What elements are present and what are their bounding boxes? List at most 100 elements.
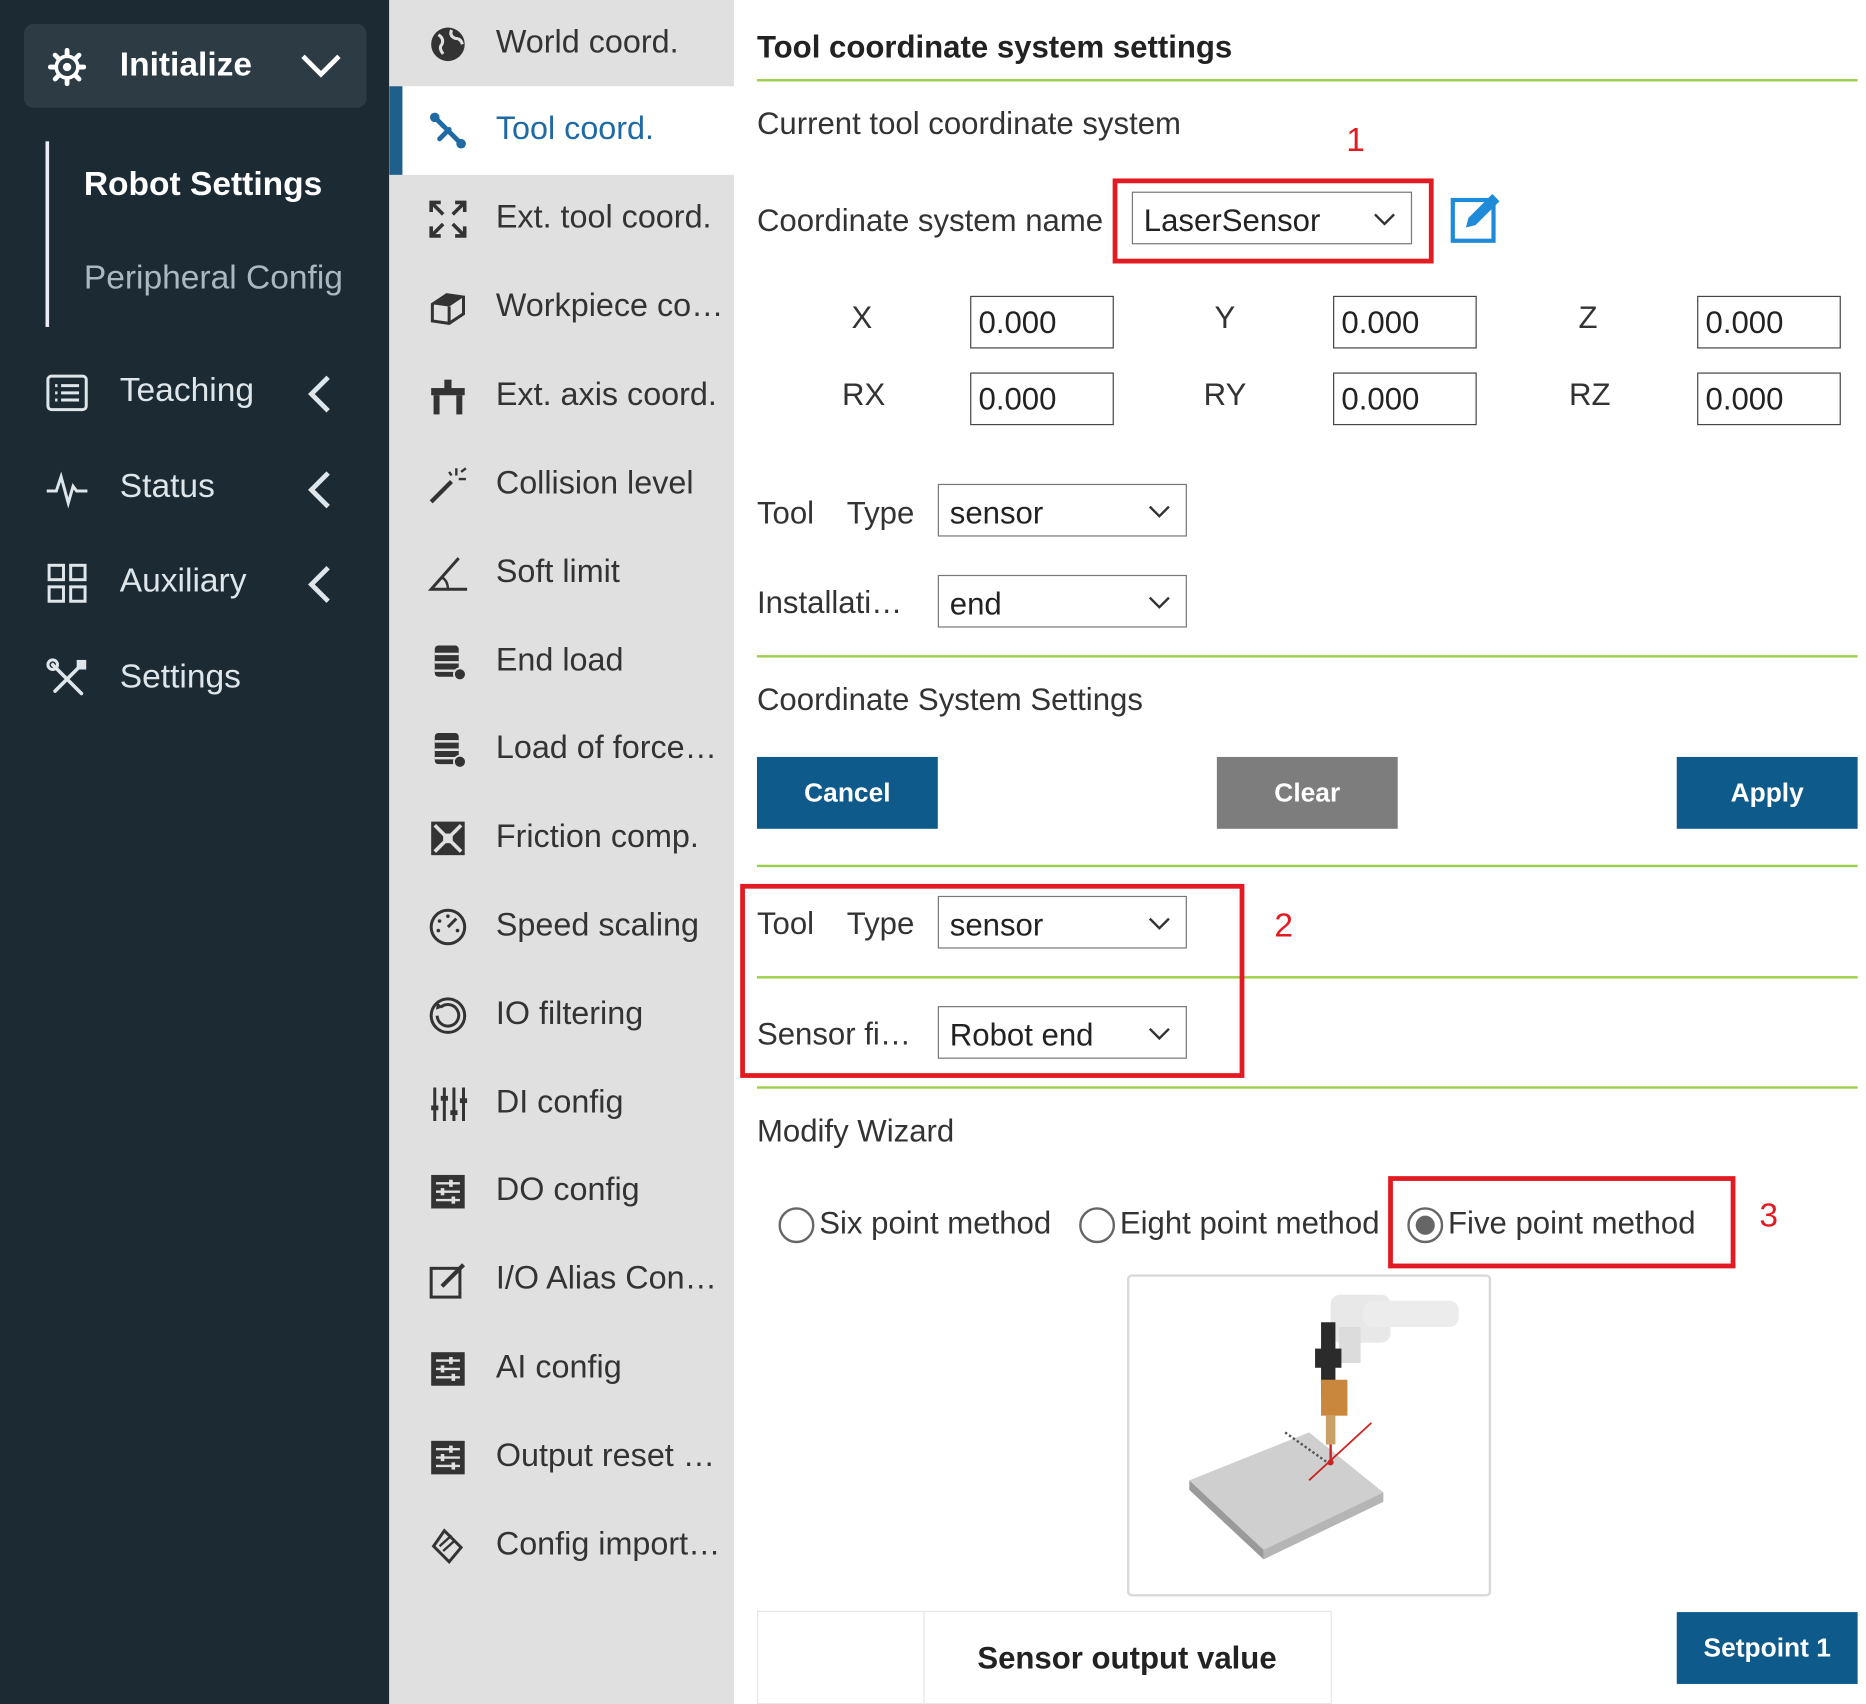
axis-label-x: X <box>851 299 873 336</box>
submenu-config-import[interactable]: Config import… <box>389 1502 734 1591</box>
submenu-output-reset[interactable]: Output reset … <box>389 1413 734 1502</box>
nav-status[interactable]: Status <box>0 453 389 525</box>
settings-section-heading: Coordinate System Settings <box>756 681 1143 718</box>
submenu-label: Collision level <box>495 464 694 501</box>
submenu-ext-axis-coord[interactable]: Ext. axis coord. <box>389 352 734 441</box>
chevron-down-icon <box>1148 596 1170 609</box>
y-input[interactable] <box>1333 295 1477 349</box>
nav-robot-settings[interactable]: Robot Settings <box>84 165 322 203</box>
annotation-box-1 <box>1112 178 1434 264</box>
x-input[interactable] <box>970 295 1114 349</box>
submenu-label: World coord. <box>495 23 679 60</box>
rx-input[interactable] <box>970 372 1114 426</box>
submenu-label: Config import… <box>495 1525 721 1562</box>
submenu-label: End load <box>495 641 624 678</box>
chevron-left-icon <box>308 375 330 413</box>
submenu-label: I/O Alias Conf… <box>495 1259 726 1296</box>
installation-select[interactable]: end <box>937 574 1187 628</box>
submenu-end-load[interactable]: End load <box>389 618 734 707</box>
submenu-label: Ext. axis coord. <box>495 376 717 413</box>
sliders-box-icon <box>431 1352 465 1386</box>
app-screen: Initialize Robot Settings Peripheral Con… <box>0 0 1866 1704</box>
clear-button[interactable]: Clear <box>1216 756 1398 829</box>
submenu-label: Speed scaling <box>495 906 700 943</box>
coord-name-label: Coordinate system name <box>756 202 1104 239</box>
submenu-label: DI config <box>495 1083 624 1120</box>
axis-icon <box>431 379 465 415</box>
tools-icon <box>46 658 87 696</box>
globe-icon <box>431 27 465 62</box>
nav-settings-label: Settings <box>119 657 241 695</box>
robot-sensor-illustration <box>1189 1294 1459 1560</box>
submenu-world-coord[interactable]: World coord. <box>389 0 734 89</box>
six-point-radio[interactable] <box>778 1207 815 1244</box>
submenu-ai-config[interactable]: AI config <box>389 1325 734 1414</box>
submenu-label: DO config <box>495 1171 640 1208</box>
wand-icon <box>429 467 467 504</box>
sliders-icon <box>431 1087 468 1122</box>
submenu-collision-level[interactable]: Collision level <box>389 441 734 530</box>
submenu-friction-comp[interactable]: Friction comp. <box>389 794 734 883</box>
nav-teaching[interactable]: Teaching <box>0 357 389 429</box>
tool-type-value: sensor <box>949 494 1044 531</box>
axis-label-y: Y <box>1214 299 1236 336</box>
submenu-ext-tool-coord[interactable]: Ext. tool coord. <box>389 175 734 264</box>
submenu-tool-coord[interactable]: Tool coord. <box>389 86 735 175</box>
nav-auxiliary[interactable]: Auxiliary <box>0 547 389 619</box>
ry-input[interactable] <box>1333 372 1477 426</box>
chevron-left-icon <box>308 566 330 603</box>
nav-teaching-label: Teaching <box>119 371 255 409</box>
axis-label-rz: RZ <box>1568 376 1611 413</box>
submenu-io-filtering[interactable]: IO filtering <box>389 971 734 1060</box>
submenu-label: Output reset … <box>495 1437 716 1474</box>
chevron-left-icon <box>308 471 330 509</box>
chevron-down-icon <box>1148 505 1170 518</box>
annotation-box-3 <box>1388 1176 1736 1269</box>
six-point-label[interactable]: Six point method <box>819 1205 1051 1242</box>
nav-peripheral-config[interactable]: Peripheral Config <box>84 259 343 297</box>
submenu-label: AI config <box>495 1348 622 1385</box>
tool-coord-panel: Tool coordinate system settings Current … <box>734 0 1866 1704</box>
submenu-load-of-force[interactable]: Load of force/… <box>389 705 734 794</box>
current-section-heading: Current tool coordinate system <box>756 105 1181 142</box>
annotation-number-2: 2 <box>1274 906 1293 944</box>
database-icon <box>434 732 467 769</box>
submenu-soft-limit[interactable]: Soft limit <box>389 529 734 618</box>
submenu-workpiece-coord[interactable]: Workpiece co… <box>389 263 734 352</box>
database-icon <box>434 645 467 682</box>
submenu-label: Soft limit <box>495 553 620 590</box>
eight-point-label[interactable]: Eight point method <box>1120 1205 1380 1242</box>
submenu-io-alias-conf[interactable]: I/O Alias Conf… <box>389 1236 734 1325</box>
list-icon <box>46 374 88 412</box>
divider <box>756 655 1858 658</box>
initialize-label: Initialize <box>119 45 253 83</box>
gauge-icon <box>429 908 467 946</box>
import-icon <box>431 1528 464 1565</box>
cancel-button[interactable]: Cancel <box>756 756 938 829</box>
submenu-do-config[interactable]: DO config <box>389 1147 734 1236</box>
installation-label: Installati… <box>756 584 903 621</box>
page-title: Tool coordinate system settings <box>756 28 1233 65</box>
divider <box>756 79 1858 82</box>
nav-auxiliary-label: Auxiliary <box>119 561 247 599</box>
initialize-menu[interactable]: Initialize <box>23 23 367 108</box>
submenu-indicator <box>45 141 50 327</box>
tool-type-select[interactable]: sensor <box>937 483 1187 537</box>
submenu-label: Friction comp. <box>495 818 699 854</box>
sensor-output-table: Sensor output value <box>756 1610 1332 1704</box>
rz-input[interactable] <box>1697 372 1841 426</box>
robot-settings-submenu: World coord. Tool coord. Ext. tool coord… <box>389 0 735 1704</box>
submenu-di-config[interactable]: DI config <box>389 1060 734 1149</box>
setpoint-1-button[interactable]: Setpoint 1 <box>1676 1612 1858 1684</box>
edit-icon[interactable] <box>1449 192 1502 245</box>
eight-point-radio[interactable] <box>1079 1207 1116 1244</box>
submenu-label: IO filtering <box>495 995 644 1032</box>
submenu-label: Load of force/… <box>495 729 726 766</box>
nav-settings[interactable]: Settings <box>0 643 389 715</box>
apply-button[interactable]: Apply <box>1676 756 1858 829</box>
annotation-box-2 <box>740 883 1245 1078</box>
submenu-speed-scaling[interactable]: Speed scaling <box>389 883 734 972</box>
five-point-illustration <box>1127 1274 1492 1597</box>
wrench-icon <box>429 112 466 149</box>
z-input[interactable] <box>1697 295 1841 349</box>
